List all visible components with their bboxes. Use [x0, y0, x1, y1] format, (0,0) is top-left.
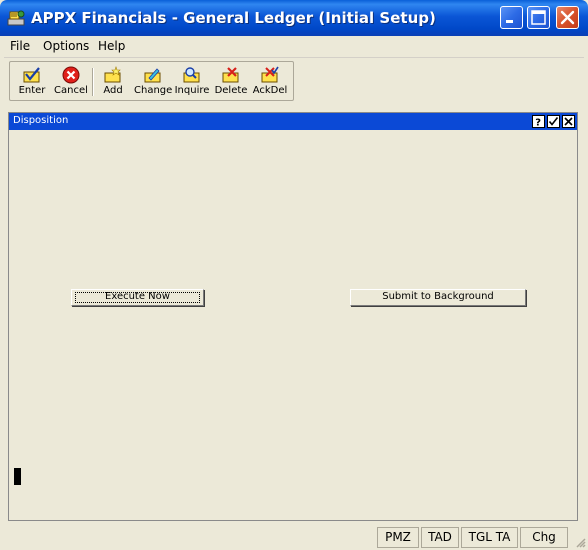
enter-icon: [23, 67, 40, 83]
resize-grip-icon[interactable]: [574, 536, 586, 548]
menu-file[interactable]: File: [10, 39, 30, 53]
status-chg: Chg: [520, 527, 568, 548]
menu-help[interactable]: Help: [98, 39, 125, 53]
maximize-icon: [531, 10, 546, 25]
delete-icon: [222, 67, 239, 83]
disposition-pane: Disposition ? Execute Now Submit to Back…: [8, 112, 578, 521]
text-cursor: [14, 468, 21, 485]
help-icon: ?: [535, 118, 541, 128]
close-button[interactable]: [556, 6, 579, 29]
add-icon: [104, 66, 121, 83]
ackdel-label: AckDel: [252, 85, 288, 96]
ackdel-icon: [261, 66, 279, 83]
minimize-icon: [506, 20, 513, 23]
delete-button[interactable]: Delete: [213, 64, 249, 98]
maximize-button[interactable]: [527, 6, 550, 29]
minimize-button[interactable]: [500, 6, 523, 29]
ackdel-button[interactable]: AckDel: [251, 64, 289, 98]
inquire-icon: [183, 67, 200, 83]
close-icon: [564, 117, 573, 126]
delete-label: Delete: [214, 85, 248, 96]
menu-options[interactable]: Options: [43, 39, 89, 53]
close-icon: [560, 10, 575, 25]
pane-close-button[interactable]: [562, 115, 575, 128]
window-title: APPX Financials - General Ledger (Initia…: [31, 9, 436, 27]
inquire-button[interactable]: Inquire: [174, 64, 210, 98]
pane-help-button[interactable]: ?: [532, 115, 545, 128]
cancel-button[interactable]: Cancel: [52, 64, 90, 98]
pane-ok-button[interactable]: [547, 115, 560, 128]
enter-label: Enter: [18, 85, 46, 96]
change-icon: [144, 68, 161, 83]
add-button[interactable]: Add: [98, 64, 128, 98]
check-icon: [548, 117, 559, 126]
pane-header: Disposition ?: [9, 113, 577, 130]
change-button[interactable]: Change: [134, 64, 172, 98]
toolbar-separator: [92, 68, 94, 96]
app-window: APPX Financials - General Ledger (Initia…: [0, 0, 588, 550]
execute-now-button[interactable]: Execute Now: [71, 289, 204, 306]
status-bar: PMZ TAD TGL TA Chg: [0, 525, 588, 550]
pane-title: Disposition: [13, 115, 69, 126]
focus-rectangle: [75, 292, 200, 303]
inquire-label: Inquire: [174, 85, 210, 96]
appx-app-icon: [7, 10, 25, 26]
enter-button[interactable]: Enter: [14, 64, 50, 98]
status-tad: TAD: [421, 527, 459, 548]
toolbar: Enter Cancel Add Change Inquire Delete A…: [9, 61, 294, 101]
menu-bar: File Options Help: [4, 36, 584, 58]
submit-background-label: Submit to Background: [382, 291, 494, 302]
submit-background-button[interactable]: Submit to Background: [350, 289, 526, 306]
title-bar[interactable]: APPX Financials - General Ledger (Initia…: [0, 0, 588, 36]
status-tgl-ta: TGL TA: [461, 527, 518, 548]
cancel-icon: [62, 66, 80, 84]
svg-text:?: ?: [535, 118, 541, 128]
cancel-label: Cancel: [54, 85, 88, 96]
status-pmz: PMZ: [377, 527, 419, 548]
add-label: Add: [103, 85, 123, 96]
change-label: Change: [134, 85, 173, 96]
